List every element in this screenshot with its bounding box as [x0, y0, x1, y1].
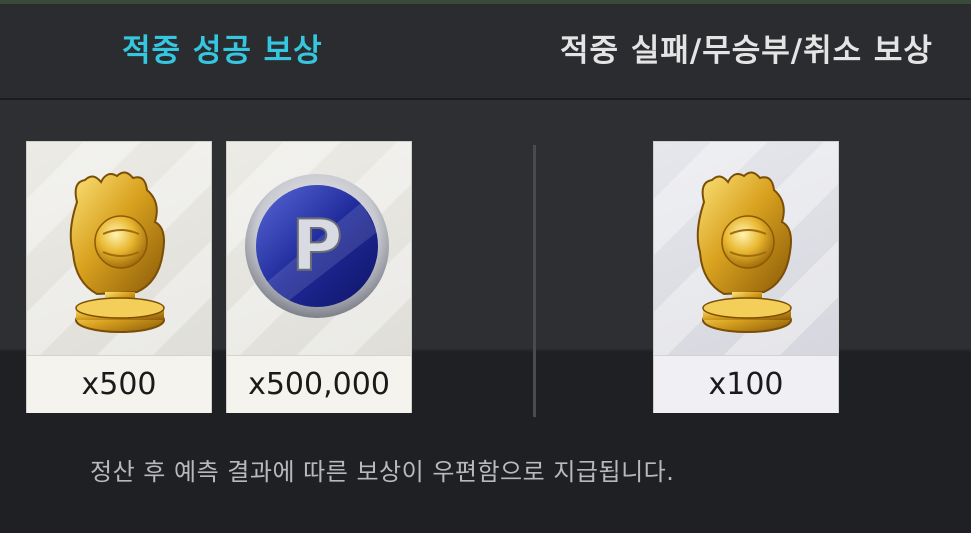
- reward-image-area: [27, 142, 211, 355]
- reward-quantity: x100: [654, 355, 838, 413]
- reward-quantity: x500: [27, 355, 211, 413]
- tab-success-reward[interactable]: 적중 성공 보상: [122, 4, 323, 98]
- reward-card-golden-glove-success: x500: [26, 141, 212, 413]
- reward-card-golden-glove-fail: x100: [653, 141, 839, 413]
- svg-text:P: P: [291, 205, 342, 287]
- reward-dialog: 적중 성공 보상 적중 실패/무승부/취소 보상 x500 P x500,000…: [0, 0, 971, 533]
- tab-fail-reward[interactable]: 적중 실패/무승부/취소 보상: [560, 4, 933, 98]
- reward-quantity: x500,000: [227, 355, 411, 413]
- reward-card-p-coin: P x500,000: [226, 141, 412, 413]
- tab-bar: 적중 성공 보상 적중 실패/무승부/취소 보상: [0, 4, 971, 100]
- p-coin-icon: P: [245, 174, 389, 318]
- reward-image-area: [654, 142, 838, 355]
- notice-text: 정산 후 예측 결과에 따른 보상이 우편함으로 지급됩니다.: [90, 458, 675, 486]
- golden-glove-icon: [696, 171, 792, 333]
- reward-image-area: P: [227, 142, 411, 355]
- golden-glove-icon: [69, 171, 165, 333]
- section-divider: [533, 145, 536, 417]
